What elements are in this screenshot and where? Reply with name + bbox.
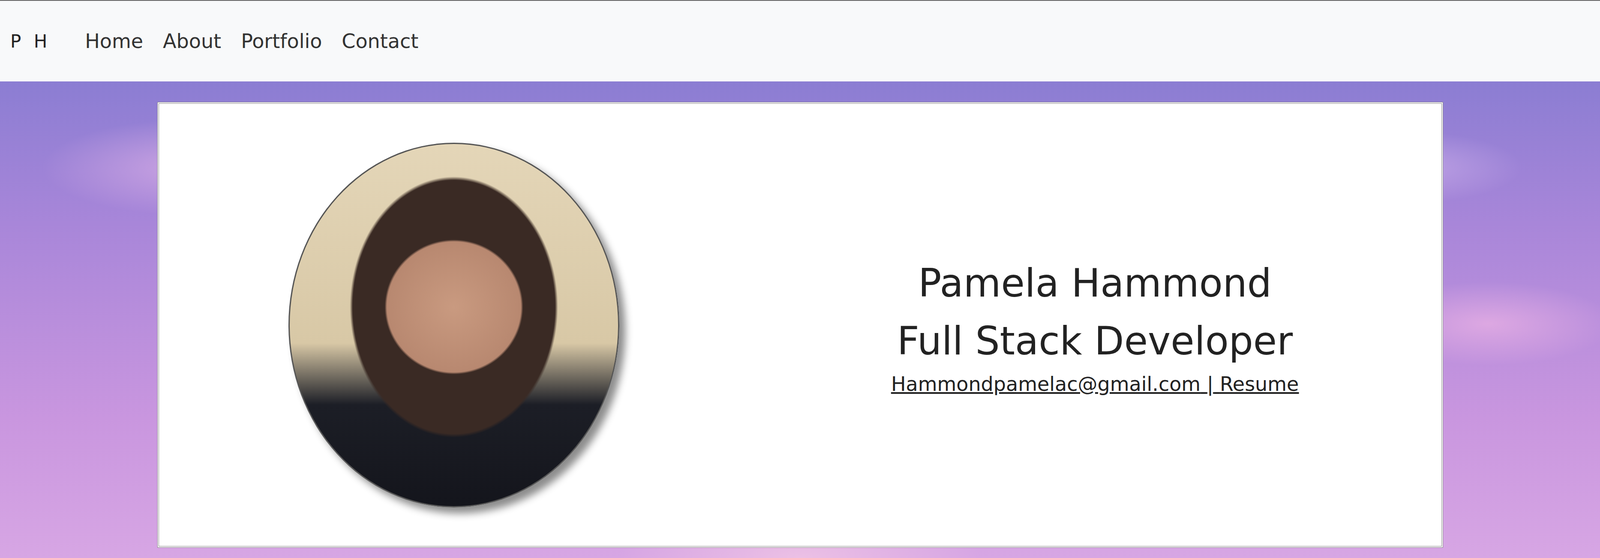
photo-cell	[159, 142, 749, 508]
profile-title: Full Stack Developer	[897, 312, 1293, 370]
nav-link[interactable]: About	[162, 29, 222, 53]
brand-logo[interactable]: P H	[10, 30, 51, 52]
nav-links: Home About Portfolio Contact	[84, 29, 419, 53]
page: P H Home About Portfolio Contact Pamela Hammo…	[0, 0, 1600, 558]
profile-info: Pamela HammondFull Stack DeveloperHammon…	[748, 254, 1442, 396]
nav-link[interactable]: Contact	[341, 29, 419, 53]
contact-line: Hammondpamelac@gmail.com | Resume	[891, 372, 1299, 396]
profile-card: Pamela HammondFull Stack DeveloperHammon…	[157, 102, 1444, 548]
nav-link[interactable]: Portfolio	[240, 29, 322, 53]
profile-photo	[288, 142, 620, 508]
profile-name: Pamela Hammond	[918, 254, 1272, 313]
separator: |	[1200, 372, 1220, 396]
main: Pamela HammondFull Stack DeveloperHammon…	[0, 81, 1600, 548]
nav-link[interactable]: Home	[84, 29, 144, 53]
resume-link[interactable]: Resume	[1219, 372, 1299, 396]
email-link[interactable]: Hammondpamelac@gmail.com	[891, 372, 1201, 396]
navbar: P H Home About Portfolio Contact	[0, 0, 1600, 82]
